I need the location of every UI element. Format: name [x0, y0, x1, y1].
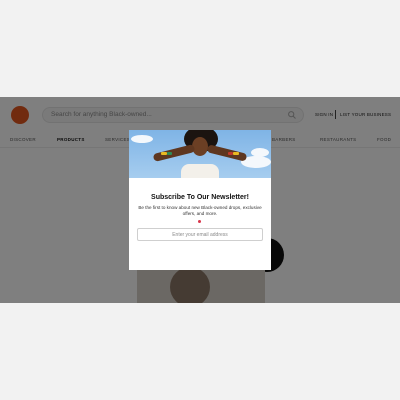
shirt-shape: [181, 164, 219, 178]
bracelet-shape: [233, 152, 239, 155]
left-arm-shape: [152, 144, 196, 162]
newsletter-modal: Subscribe To Our Newsletter! Be the firs…: [129, 130, 271, 270]
newsletter-title: Subscribe To Our Newsletter!: [151, 194, 249, 201]
newsletter-photo: [129, 130, 271, 178]
cloud-shape: [131, 135, 153, 143]
newsletter-description: Be the first to know about new Black-own…: [138, 205, 262, 216]
email-field[interactable]: [137, 228, 263, 241]
cloud-shape: [251, 148, 269, 157]
required-dot-icon: [198, 220, 201, 223]
face-shape: [192, 137, 208, 156]
bracelet-shape: [167, 152, 172, 155]
bracelet-shape: [228, 152, 233, 155]
right-arm-shape: [206, 144, 248, 162]
